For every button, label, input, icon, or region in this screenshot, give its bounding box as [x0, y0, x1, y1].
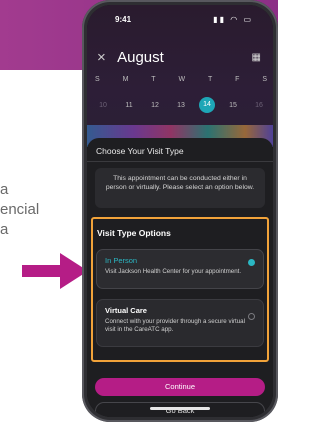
option-description: Connect with your provider through a sec… [105, 318, 245, 333]
date-row: 10 11 12 13 14 15 16 [95, 97, 267, 113]
weekday-label: S [95, 76, 100, 83]
info-text: This appointment can be conducted either… [105, 175, 255, 191]
option-virtual-care[interactable]: Virtual Care Connect with your provider … [96, 299, 264, 347]
info-box: This appointment can be conducted either… [95, 168, 265, 208]
status-bar: 9:41 ▮▮ ◠ ▭ [87, 15, 273, 29]
continue-button[interactable]: Continue [95, 378, 265, 396]
date-cell[interactable]: 10 [95, 102, 111, 109]
battery-icon: ▭ [243, 15, 253, 24]
options-title: Visit Type Options [97, 228, 171, 238]
side-text-line-1: a [0, 181, 9, 198]
selected-date-cell[interactable]: 14 [199, 97, 215, 113]
visit-type-sheet: Choose Your Visit Type This appointment … [87, 138, 273, 417]
date-cell[interactable]: 12 [147, 102, 163, 109]
date-cell[interactable]: 11 [121, 102, 137, 109]
close-icon[interactable]: × [97, 49, 106, 66]
radio-unselected-icon[interactable] [248, 313, 255, 320]
phone-frame: 9:41 ▮▮ ◠ ▭ × August ▦ S M T W T F S 10 … [82, 0, 278, 422]
signal-icon: ▮▮ [213, 15, 226, 24]
weekday-label: M [122, 76, 129, 83]
month-title: August [117, 49, 164, 66]
sheet-divider [87, 161, 273, 162]
status-icons: ▮▮ ◠ ▭ [213, 15, 253, 24]
status-time: 9:41 [115, 15, 132, 24]
sheet-title: Choose Your Visit Type [96, 146, 184, 156]
option-name: Virtual Care [105, 306, 147, 315]
weekday-label: W [178, 76, 186, 83]
pointer-arrow-icon [22, 253, 88, 289]
weekday-label: T [207, 76, 213, 83]
date-cell[interactable]: 15 [225, 102, 241, 109]
weekday-label: S [262, 76, 267, 83]
weekday-label: T [151, 76, 156, 83]
option-in-person[interactable]: In Person Visit Jackson Health Center fo… [96, 249, 264, 289]
radio-selected-icon[interactable] [248, 259, 255, 266]
date-cell[interactable]: 16 [251, 102, 267, 109]
option-description: Visit Jackson Health Center for your app… [105, 268, 242, 275]
weekday-row: S M T W T F S [95, 76, 267, 83]
side-text-line-2: encial [0, 201, 40, 218]
phone-screen: 9:41 ▮▮ ◠ ▭ × August ▦ S M T W T F S 10 … [87, 5, 273, 417]
option-name: In Person [105, 256, 138, 265]
calendar-icon[interactable]: ▦ [252, 52, 261, 63]
calendar-header: × August [97, 49, 164, 66]
date-cell[interactable]: 13 [173, 102, 189, 109]
wifi-icon: ◠ [230, 15, 240, 24]
home-indicator[interactable] [150, 407, 210, 410]
side-text-line-3: a [0, 221, 9, 238]
weekday-label: F [235, 76, 240, 83]
